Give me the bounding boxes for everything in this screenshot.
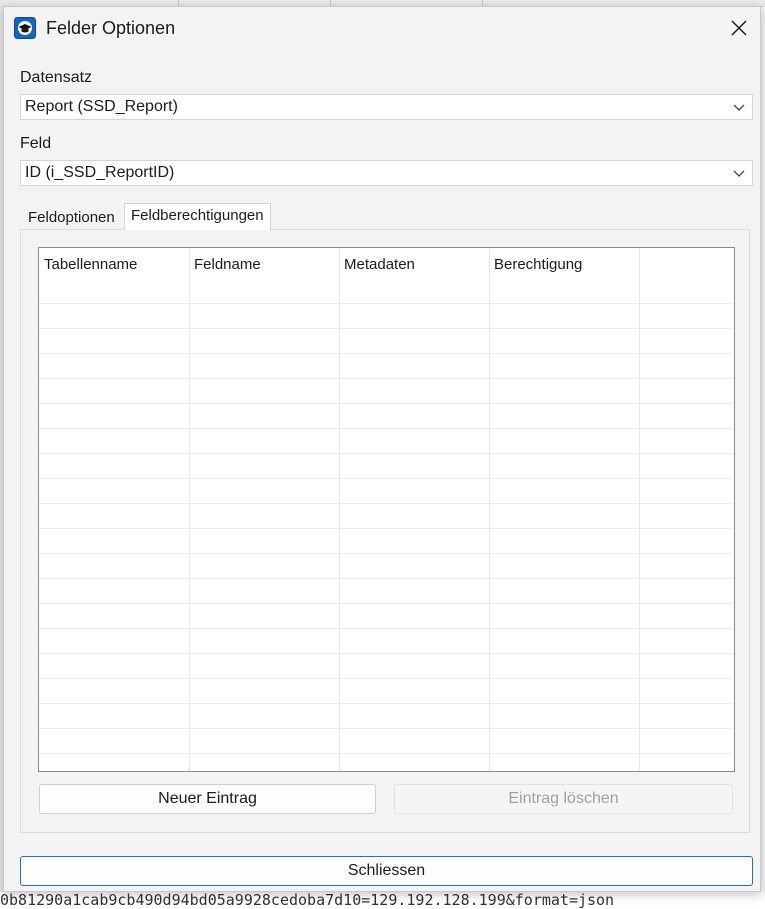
column-divider bbox=[189, 248, 190, 771]
tab-feldoptionen[interactable]: Feldoptionen bbox=[22, 206, 121, 230]
close-icon bbox=[731, 20, 747, 36]
feld-label: Feld bbox=[20, 135, 52, 152]
row-divider bbox=[39, 428, 734, 429]
new-entry-button[interactable]: Neuer Eintrag bbox=[39, 784, 376, 814]
close-button[interactable]: Schliessen bbox=[20, 856, 753, 886]
column-header-feldname[interactable]: Feldname bbox=[189, 248, 339, 278]
row-divider bbox=[39, 503, 734, 504]
chevron-down-icon bbox=[733, 170, 745, 177]
tab-feldberechtigungen[interactable]: Feldberechtigungen bbox=[124, 203, 271, 230]
column-header-tabellenname[interactable]: Tabellenname bbox=[39, 248, 189, 278]
row-divider bbox=[39, 378, 734, 379]
row-divider bbox=[39, 528, 734, 529]
row-divider bbox=[39, 553, 734, 554]
feld-select[interactable]: ID (i_SSD_ReportID) bbox=[20, 160, 753, 186]
row-divider bbox=[39, 753, 734, 754]
row-divider bbox=[39, 353, 734, 354]
delete-entry-button[interactable]: Eintrag löschen bbox=[394, 784, 733, 814]
app-icon bbox=[14, 17, 36, 39]
column-header-metadaten[interactable]: Metadaten bbox=[339, 248, 489, 278]
row-divider bbox=[39, 303, 734, 304]
row-divider bbox=[39, 728, 734, 729]
window-title: Felder Optionen bbox=[46, 18, 176, 38]
row-divider bbox=[39, 653, 734, 654]
row-divider bbox=[39, 628, 734, 629]
row-divider bbox=[39, 453, 734, 454]
row-divider bbox=[39, 703, 734, 704]
row-divider bbox=[39, 478, 734, 479]
datensatz-label: Datensatz bbox=[20, 69, 93, 86]
column-divider bbox=[339, 248, 340, 771]
datensatz-value: Report (SSD_Report) bbox=[25, 98, 178, 115]
row-divider bbox=[39, 403, 734, 404]
permissions-table[interactable]: Tabellenname Feldname Metadaten Berechti… bbox=[38, 247, 735, 772]
felder-optionen-dialog: Felder Optionen Datensatz Report (SSD_Re… bbox=[3, 6, 761, 892]
title-bar[interactable]: Felder Optionen bbox=[4, 7, 760, 49]
row-divider bbox=[39, 603, 734, 604]
row-divider bbox=[39, 578, 734, 579]
feld-value: ID (i_SSD_ReportID) bbox=[25, 164, 175, 181]
row-divider bbox=[39, 328, 734, 329]
background-url-text: 0b81290a1cab9cb490d94bd05a9928cedoba7d10… bbox=[0, 892, 765, 909]
column-divider bbox=[489, 248, 490, 771]
close-window-button[interactable] bbox=[724, 13, 754, 43]
datensatz-select[interactable]: Report (SSD_Report) bbox=[20, 94, 753, 120]
column-divider bbox=[639, 248, 640, 771]
column-header-berechtigung[interactable]: Berechtigung bbox=[489, 248, 639, 278]
chevron-down-icon bbox=[733, 104, 745, 111]
row-divider bbox=[39, 678, 734, 679]
feldberechtigungen-panel: Tabellenname Feldname Metadaten Berechti… bbox=[20, 229, 750, 833]
